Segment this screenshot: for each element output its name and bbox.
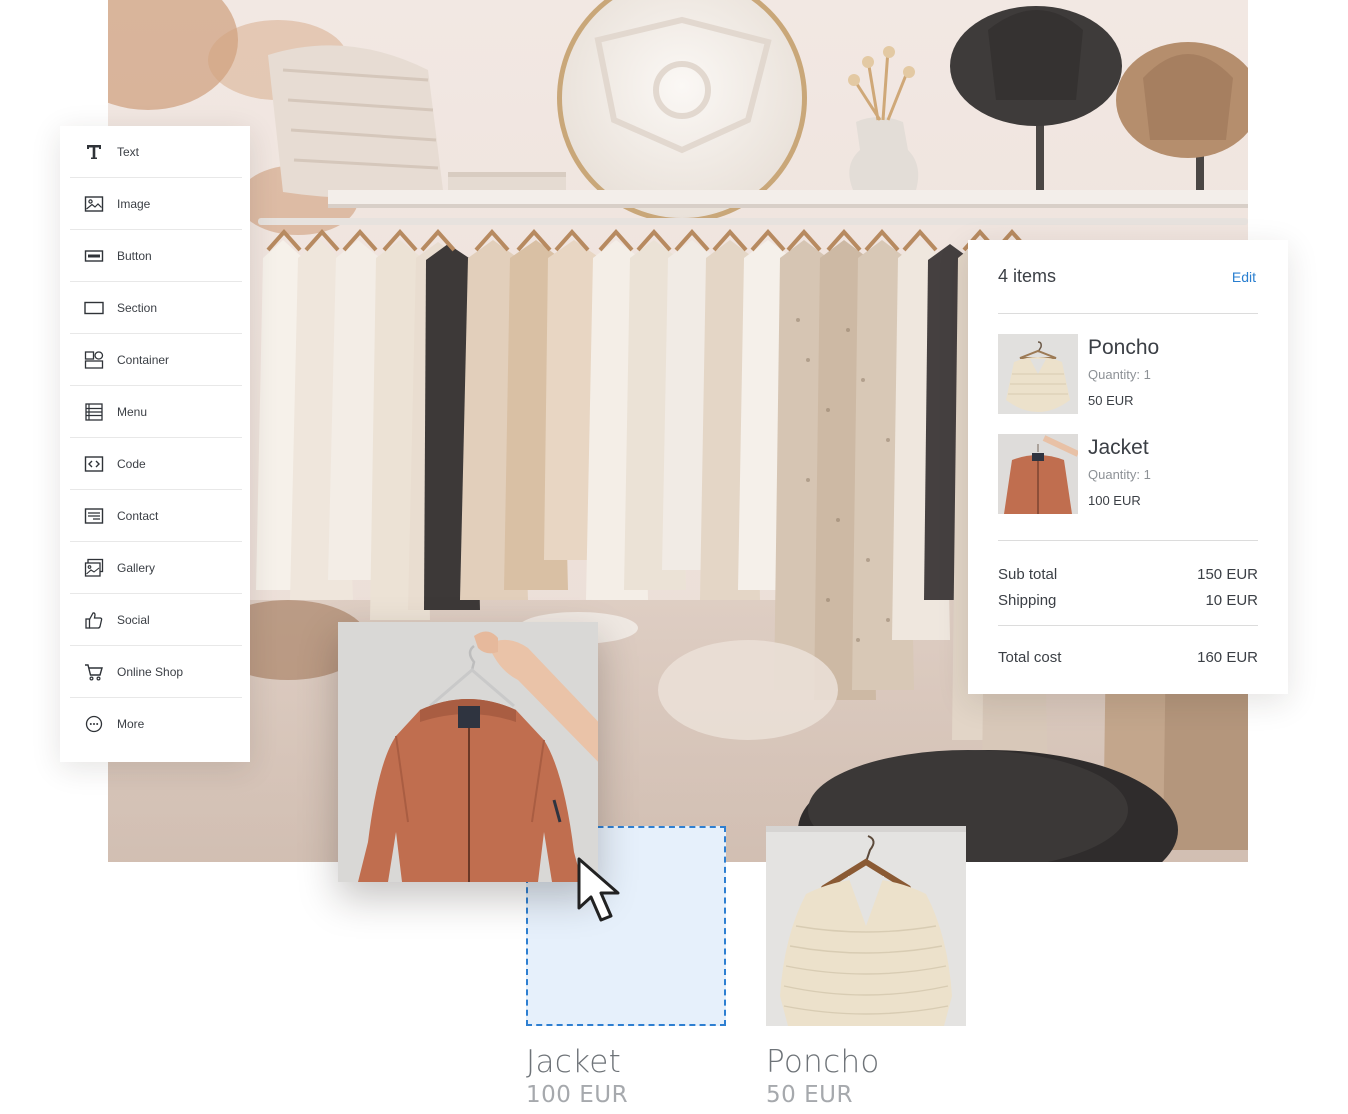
jacket-thumbnail [998,434,1078,514]
sidebar-item-contact[interactable]: Contact [70,490,242,542]
sidebar-item-menu[interactable]: Menu [70,386,242,438]
sidebar-item-text[interactable]: Text [70,126,242,178]
sidebar-item-image[interactable]: Image [70,178,242,230]
product-price-jacket: 100 EUR [526,1082,629,1108]
sidebar-item-social[interactable]: Social [70,594,242,646]
container-icon [84,350,104,370]
sidebar-item-label: Online Shop [117,664,184,679]
sidebar-item-more[interactable]: More [70,698,242,750]
product-name-jacket: Jacket [526,1044,622,1080]
product-name-poncho: Poncho [766,1044,880,1080]
cart-item-quantity: Quantity: 1 [1088,367,1151,382]
sidebar-item-label: Button [117,248,152,263]
section-icon [84,298,104,318]
cart-panel: 4 items Edit Poncho Quantity: 1 50 EUR J… [968,240,1288,694]
image-icon [84,194,104,214]
poncho-product-image[interactable] [766,826,966,1026]
menu-icon [84,402,104,422]
sidebar-item-label: Gallery [117,560,156,575]
contact-icon [84,506,104,526]
cart-item-name: Poncho [1088,336,1160,359]
product-price-poncho: 50 EUR [766,1082,853,1108]
widget-sidebar: Text Image Button Section Container Menu [60,126,250,762]
shipping-label: Shipping [998,591,1057,609]
cart-item-price: 50 EUR [1088,393,1134,408]
sidebar-item-label: Social [117,612,150,627]
cart-summary: Sub total 150 EUR Shipping 10 EUR [998,541,1258,626]
subtotal-value: 150 EUR [1197,565,1258,583]
poncho-thumbnail [998,334,1078,414]
button-icon [84,246,104,266]
cart-item-list: Poncho Quantity: 1 50 EUR Jacket Quantit… [998,314,1258,541]
sidebar-item-button[interactable]: Button [70,230,242,282]
sidebar-item-label: Image [117,196,151,211]
sidebar-item-code[interactable]: Code [70,438,242,490]
sidebar-item-container[interactable]: Container [70,334,242,386]
sidebar-item-label: Contact [117,508,159,523]
sidebar-item-label: Section [117,300,158,315]
sidebar-item-gallery[interactable]: Gallery [70,542,242,594]
cart-item-name: Jacket [1088,436,1149,459]
cart-item-quantity: Quantity: 1 [1088,467,1151,482]
sidebar-item-label: Container [117,352,170,367]
cart-item[interactable]: Jacket Quantity: 1 100 EUR [998,434,1258,534]
total-row: Total cost 160 EUR [998,626,1258,688]
cart-header: 4 items Edit [998,240,1258,314]
sidebar-item-section[interactable]: Section [70,282,242,334]
subtotal-label: Sub total [998,565,1058,583]
cart-item[interactable]: Poncho Quantity: 1 50 EUR [998,334,1258,434]
thumbs-up-icon [84,610,104,630]
sidebar-item-label: More [117,717,145,731]
sidebar-item-label: Text [117,144,140,159]
total-value: 160 EUR [1197,648,1258,666]
sidebar-item-online-shop[interactable]: Online Shop [70,646,242,698]
cart-item-count: 4 items [998,266,1057,286]
sidebar-item-label: Code [117,456,146,471]
shipping-row: Shipping 10 EUR [998,587,1258,613]
code-icon [84,454,104,474]
cart-item-price: 100 EUR [1088,493,1141,508]
subtotal-row: Sub total 150 EUR [998,561,1258,587]
total-label: Total cost [998,648,1062,666]
sidebar-item-label: Menu [117,404,148,419]
cart-icon [84,662,104,682]
more-icon [84,714,104,734]
text-icon [84,142,104,162]
gallery-icon [84,558,104,578]
cart-edit-link[interactable]: Edit [1232,269,1256,285]
dragged-jacket-image[interactable] [338,622,598,882]
mouse-cursor-icon [577,857,620,922]
shipping-value: 10 EUR [1205,591,1258,609]
